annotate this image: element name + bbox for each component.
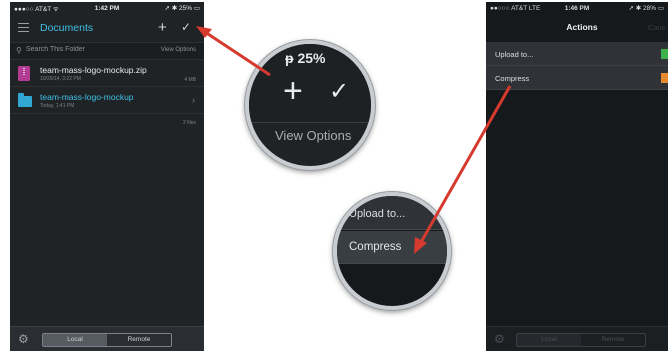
bottom-toolbar: ⚙ Local Remote [486, 326, 668, 351]
nav-bar: Actions Canc [486, 14, 668, 42]
action-label: Compress [495, 74, 530, 83]
composite-screenshot: ●●●○○ AT&T ᯤ 1:42 PM ➚ ✱ 25% ▭ Documents… [0, 0, 668, 352]
cancel-button[interactable]: Canc [648, 23, 666, 32]
battery-label: ➚ ✱ 28% ▭ [628, 5, 664, 12]
folder-name: team-mass-logo-mockup [40, 92, 134, 102]
folder-date: Today, 1:41 PM [40, 103, 75, 109]
view-options-button[interactable]: View Options [161, 47, 196, 53]
location-segmented-control: Local Remote [516, 333, 646, 347]
segment-local[interactable]: Local [43, 334, 107, 346]
bottom-toolbar: ⚙ Local Remote [10, 326, 204, 351]
actions-screen: ●●○○○ AT&T LTE 1:46 PM ➚ ✱ 28% ▭ Actions… [486, 2, 668, 351]
zoom-nav-bar: ᵽ 25% + ✓ [249, 44, 371, 122]
file-date: 10/29/14, 3:22 PM [40, 76, 81, 82]
zip-file-icon [18, 66, 30, 81]
carrier-label: ●●●○○ AT&T ᯤ [14, 5, 59, 13]
file-size: 4 MB [184, 77, 196, 83]
action-compress[interactable]: Compress [486, 66, 668, 90]
divider [249, 122, 371, 123]
file-name: team-mass-logo-mockup.zip [40, 65, 147, 75]
item-count: 2 files [182, 120, 196, 126]
file-row-folder[interactable]: team-mass-logo-mockup Today, 1:41 PM › [10, 88, 204, 114]
action-label: Upload to... [495, 50, 534, 59]
zoom-upload-row: Upload to... [337, 196, 447, 230]
zoom-compress-row: Compress [337, 231, 447, 264]
upload-icon [661, 49, 668, 59]
location-segmented-control: Local Remote [42, 333, 172, 347]
status-bar: ●●●○○ AT&T ᯤ 1:42 PM ➚ ✱ 25% ▭ [10, 2, 204, 14]
segment-local: Local [517, 334, 581, 346]
compress-icon [661, 73, 668, 83]
gear-icon[interactable]: ⚙ [18, 332, 29, 346]
page-title: Actions [566, 22, 598, 32]
clock-label: 1:42 PM [94, 4, 120, 12]
hamburger-menu-icon[interactable] [18, 23, 29, 32]
carrier-label: ●●○○○ AT&T LTE [490, 4, 541, 12]
file-row-zip[interactable]: team-mass-logo-mockup.zip 10/29/14, 3:22… [10, 61, 204, 87]
zoom-callout-toolbar: ᵽ 25% + ✓ View Options [245, 40, 375, 170]
search-icon: ⚲ [16, 46, 22, 55]
chevron-right-icon: › [192, 95, 195, 105]
gear-icon: ⚙ [494, 332, 505, 346]
view-options-label: View Options [275, 128, 352, 143]
segment-remote[interactable]: Remote [107, 334, 171, 346]
action-upload[interactable]: Upload to... [486, 42, 668, 66]
folder-icon [18, 93, 32, 107]
clock-label: 1:46 PM [564, 4, 590, 12]
nav-bar: Documents + ✓ [10, 14, 204, 42]
add-icon: + [283, 72, 303, 110]
zoom-battery-label: ᵽ 25% [285, 50, 326, 66]
add-icon[interactable]: + [158, 20, 167, 35]
page-title: Documents [40, 22, 94, 34]
segment-remote: Remote [601, 336, 625, 343]
zoom-callout-actions: Upload to... Compress [333, 192, 451, 310]
checkmark-icon[interactable]: ✓ [181, 20, 191, 35]
zoom-compress-label: Compress [349, 241, 402, 253]
search-bar: ⚲ View Options [10, 42, 204, 60]
documents-screen: ●●●○○ AT&T ᯤ 1:42 PM ➚ ✱ 25% ▭ Documents… [10, 2, 204, 351]
search-input[interactable] [26, 46, 136, 53]
battery-label: ➚ ✱ 25% ▭ [164, 5, 200, 12]
checkmark-icon: ✓ [329, 78, 350, 105]
zoom-upload-label: Upload to... [349, 208, 406, 220]
status-bar: ●●○○○ AT&T LTE 1:46 PM ➚ ✱ 28% ▭ [486, 2, 668, 14]
